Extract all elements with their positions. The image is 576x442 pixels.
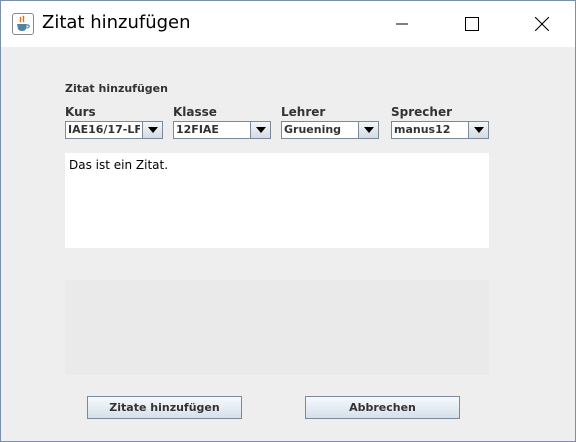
java-cup-icon bbox=[12, 13, 34, 35]
quote-text: Das ist ein Zitat. bbox=[69, 158, 169, 172]
panel-title: Zitat hinzufügen bbox=[65, 82, 168, 95]
klasse-value: 12FIAE bbox=[176, 123, 219, 136]
chevron-down-icon bbox=[147, 127, 158, 133]
sprecher-label: Sprecher bbox=[391, 105, 453, 119]
cancel-button[interactable]: Abbrechen bbox=[305, 396, 460, 419]
close-icon bbox=[535, 17, 549, 31]
dialog-content: Zitat hinzufügen Kurs IAE16/17-LF6 Klass… bbox=[1, 47, 575, 441]
sprecher-value: manus12 bbox=[394, 123, 451, 136]
maximize-icon bbox=[465, 17, 479, 31]
status-panel bbox=[65, 280, 489, 375]
minimize-button[interactable] bbox=[379, 1, 425, 47]
chevron-down-icon bbox=[473, 127, 484, 133]
kurs-value: IAE16/17-LF6 bbox=[68, 123, 140, 136]
kurs-select[interactable]: IAE16/17-LF6 bbox=[65, 121, 163, 139]
chevron-down-icon bbox=[255, 127, 266, 133]
sprecher-select[interactable]: manus12 bbox=[391, 121, 489, 139]
lehrer-select[interactable]: Gruening bbox=[281, 121, 379, 139]
minimize-icon bbox=[396, 23, 408, 25]
cancel-button-label: Abbrechen bbox=[349, 401, 416, 414]
klasse-select[interactable]: 12FIAE bbox=[173, 121, 271, 139]
klasse-label: Klasse bbox=[173, 105, 217, 119]
sprecher-dropdown-button[interactable] bbox=[468, 122, 488, 138]
maximize-button[interactable] bbox=[449, 1, 495, 47]
dialog-window: Zitat hinzufügen Zitat hinzufügen Kurs I… bbox=[0, 0, 576, 442]
title-bar[interactable]: Zitat hinzufügen bbox=[1, 1, 575, 47]
close-button[interactable] bbox=[519, 1, 565, 47]
chevron-down-icon bbox=[363, 127, 374, 133]
klasse-dropdown-button[interactable] bbox=[250, 122, 270, 138]
kurs-dropdown-button[interactable] bbox=[142, 122, 162, 138]
add-quote-button-label: Zitate hinzufügen bbox=[109, 401, 220, 414]
lehrer-value: Gruening bbox=[284, 123, 342, 136]
lehrer-label: Lehrer bbox=[281, 105, 326, 119]
quote-text-area[interactable]: Das ist ein Zitat. bbox=[65, 153, 489, 248]
window-title: Zitat hinzufügen bbox=[42, 12, 191, 33]
kurs-label: Kurs bbox=[65, 105, 96, 119]
lehrer-dropdown-button[interactable] bbox=[358, 122, 378, 138]
add-quote-button[interactable]: Zitate hinzufügen bbox=[87, 396, 242, 419]
